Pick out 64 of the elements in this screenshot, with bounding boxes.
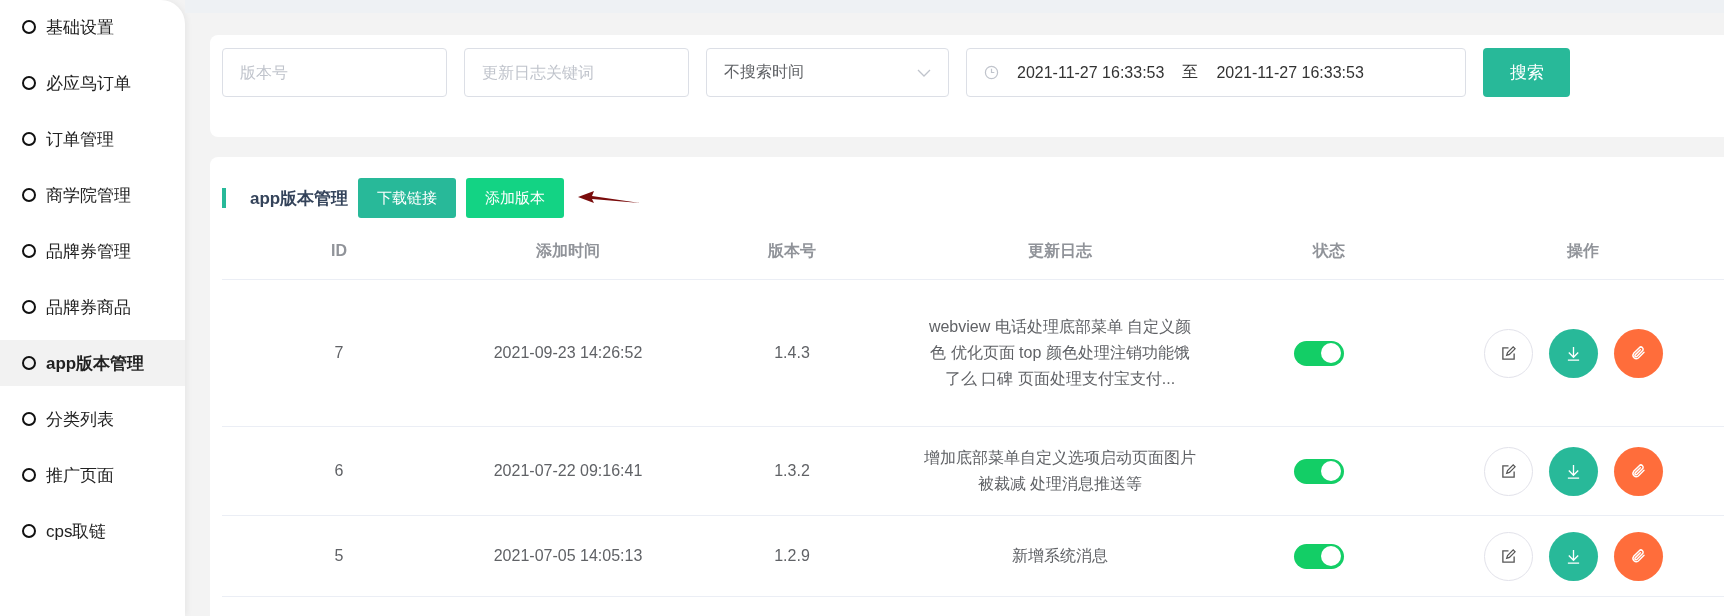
circle-icon	[22, 300, 36, 314]
circle-icon	[22, 356, 36, 370]
download-button[interactable]	[1548, 446, 1598, 496]
sidebar-item[interactable]: app版本管理	[0, 340, 185, 386]
table-cell-text: 2021-07-05 14:05:13	[492, 546, 644, 566]
chevron-down-icon	[917, 68, 931, 77]
sidebar-item[interactable]: 品牌券管理	[0, 228, 185, 274]
circle-icon	[22, 524, 36, 538]
circle-icon	[22, 468, 36, 482]
download-icon	[1565, 463, 1581, 479]
sidebar-item[interactable]: 商学院管理	[0, 172, 185, 218]
download-button[interactable]	[1548, 531, 1598, 581]
download-icon	[1565, 548, 1581, 564]
sidebar-item[interactable]: 订单管理	[0, 116, 185, 162]
range-separator: 至	[1182, 62, 1199, 82]
clock-icon	[984, 65, 999, 80]
column-header: 版本号	[767, 240, 817, 261]
sidebar-item[interactable]: 基础设置	[0, 4, 185, 50]
table-cell-text: 2021-09-23 14:26:52	[492, 343, 644, 363]
table-cell-text: 新增系统消息	[1011, 546, 1109, 566]
circle-icon	[22, 20, 36, 34]
download-button[interactable]	[1548, 328, 1598, 378]
table-cell-text: webview 电话处理底部菜单 自定义颜色 优化页面 top 颜色处理注销功能饿了么 口碑 页面处理支付宝支付...	[927, 317, 1193, 389]
download-icon	[1565, 345, 1581, 361]
sidebar-item[interactable]: 品牌券商品	[0, 284, 185, 330]
start-date: 2021-11-27 16:33:53	[1017, 63, 1165, 82]
time-select[interactable]: 不搜索时间	[706, 48, 949, 97]
status-switch[interactable]	[1294, 340, 1344, 366]
table-cell-text: 2021-07-22 09:16:41	[492, 461, 644, 481]
table-cell-text: 1.3.2	[773, 461, 811, 481]
column-header: 更新日志	[1027, 240, 1093, 261]
paperclip-icon	[1630, 548, 1646, 564]
circle-icon	[22, 412, 36, 426]
table-cell-text: 1.2.9	[773, 546, 811, 566]
edit-icon	[1500, 548, 1516, 564]
status-switch[interactable]	[1294, 458, 1344, 484]
sidebar-item[interactable]: cps取链	[0, 508, 185, 554]
circle-icon	[22, 76, 36, 90]
edit-icon	[1500, 463, 1516, 479]
sidebar-item[interactable]: 分类列表	[0, 396, 185, 442]
column-header: ID	[330, 242, 348, 260]
table-cell-text: 增加底部菜单自定义选项启动页面图片被裁减 处理消息推送等	[923, 448, 1197, 494]
end-date: 2021-11-27 16:33:53	[1216, 63, 1364, 82]
status-switch[interactable]	[1294, 543, 1344, 569]
accent-bar	[222, 188, 226, 208]
paperclip-icon	[1630, 463, 1646, 479]
date-range-field[interactable]: 2021-11-27 16:33:53 至 2021-11-27 16:33:53	[966, 48, 1466, 97]
sidebar-item[interactable]: 推广页面	[0, 452, 185, 498]
sidebar-item[interactable]: 必应鸟订单	[0, 60, 185, 106]
panel-title: app版本管理	[250, 187, 349, 210]
version-field[interactable]: 版本号	[222, 48, 447, 97]
circle-icon	[22, 132, 36, 146]
column-header: 添加时间	[535, 240, 601, 261]
table-cell-text: 7	[333, 343, 345, 363]
table-cell-text: 5	[333, 546, 345, 566]
table-cell-text: 1.4.3	[773, 343, 811, 363]
table-cell-text: 6	[333, 461, 345, 481]
paperclip-icon	[1630, 345, 1646, 361]
column-header: 状态	[1311, 240, 1346, 261]
circle-icon	[22, 188, 36, 202]
column-header: 操作	[1565, 240, 1600, 261]
edit-icon	[1500, 345, 1516, 361]
circle-icon	[22, 244, 36, 258]
keyword-field[interactable]: 更新日志关键词	[464, 48, 689, 97]
